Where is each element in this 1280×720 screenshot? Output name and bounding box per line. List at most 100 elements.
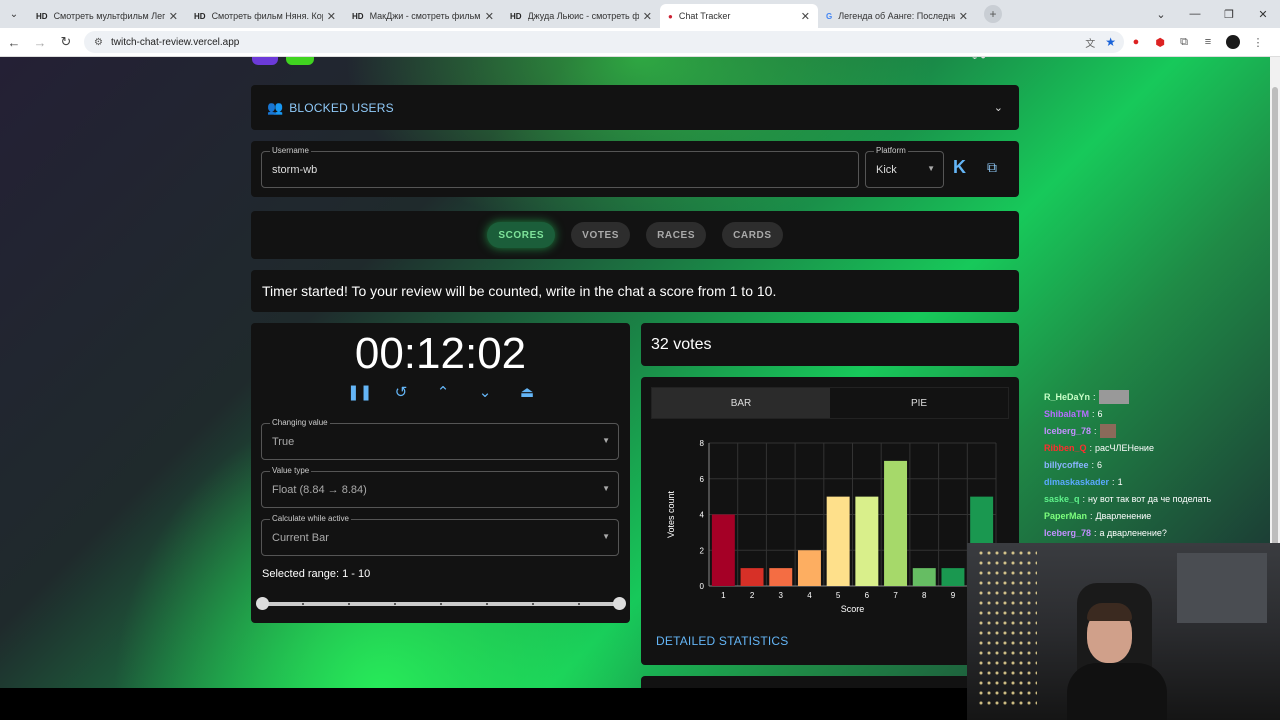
tab-favicon-icon: ●	[668, 11, 673, 21]
username-label: Username	[270, 146, 311, 155]
translate-icon[interactable]: 文	[1085, 35, 1095, 50]
chat-text: 1	[1117, 476, 1123, 487]
webcam-person-hair	[1087, 603, 1132, 621]
chevron-down-icon[interactable]: ⌄	[473, 383, 497, 401]
reset-icon[interactable]: ↺	[389, 383, 413, 401]
tab-races[interactable]: RACES	[646, 222, 707, 248]
browser-tab[interactable]: HD Смотреть мультфильм Легенд ✕	[28, 4, 186, 28]
range-slider-max-handle[interactable]	[613, 597, 626, 610]
copy-icon[interactable]: ⧉	[987, 159, 997, 176]
webcam-person-body	[1067, 663, 1167, 720]
tab-close-icon[interactable]: ✕	[169, 10, 178, 23]
tab-close-icon[interactable]: ✕	[959, 10, 968, 23]
browser-menu-icon[interactable]: ⋮	[1246, 36, 1270, 49]
tab-close-icon[interactable]: ✕	[801, 10, 810, 23]
tab-bar[interactable]: BAR	[652, 388, 830, 418]
slider-ticks	[262, 603, 620, 605]
tab-favicon-icon: HD	[36, 11, 48, 21]
blocked-users-accordion[interactable]: 👥 BLOCKED USERS ⌄	[251, 85, 1019, 130]
changing-value-select[interactable]: Changing value True ▼	[261, 418, 619, 460]
range-slider-min-handle[interactable]	[256, 597, 269, 610]
x-tick-label: 9	[951, 591, 956, 600]
tab-strip: HD Смотреть мультфильм Легенд ✕ HD Смотреть …	[28, 0, 976, 28]
chat-message: R_HeDaYn:	[1044, 388, 1280, 405]
header-icons: ♠ ●	[972, 57, 986, 62]
range-slider[interactable]	[256, 597, 626, 610]
reload-icon[interactable]: ↻	[54, 34, 78, 50]
browser-tab[interactable]: HD Джуда Льюис - смотреть фил ✕	[502, 4, 660, 28]
value-type-label: Value type	[270, 466, 312, 475]
x-tick-label: 3	[779, 591, 784, 600]
calculate-select[interactable]: Calculate while active Current Bar ▼	[261, 514, 619, 556]
chat-text: а дварленение?	[1099, 527, 1167, 538]
reading-list-icon[interactable]: ≡	[1196, 36, 1220, 48]
bar	[855, 496, 879, 586]
tab-cards[interactable]: CARDS	[722, 222, 783, 248]
tab-close-icon[interactable]: ✕	[327, 10, 336, 23]
chat-username: billycoffee	[1044, 459, 1089, 470]
x-tick-label: 2	[750, 591, 755, 600]
username-value: storm-wb	[272, 164, 318, 176]
chat-message: Iceberg_78: а дварленение?	[1044, 524, 1280, 541]
chat-message: billycoffee:6	[1044, 456, 1280, 473]
tab-close-icon[interactable]: ✕	[643, 10, 652, 23]
chevron-down-icon[interactable]: ⌄	[1144, 0, 1178, 28]
bar	[884, 460, 908, 586]
platform-value: Kick	[876, 164, 897, 176]
tab-close-icon[interactable]: ✕	[485, 10, 494, 23]
tab-pie[interactable]: PIE	[830, 388, 1008, 418]
bar	[912, 568, 936, 586]
tab-label: МакДжи - смотреть фильмы	[369, 11, 481, 21]
pause-icon[interactable]: ❚❚	[347, 383, 372, 401]
x-axis-label: Score	[841, 604, 865, 614]
new-tab-button[interactable]: +	[984, 5, 1002, 23]
back-icon[interactable]: ←	[2, 35, 26, 50]
tab-favicon-icon: HD	[510, 11, 522, 21]
browser-tab[interactable]: ● Chat Tracker ✕	[660, 4, 818, 28]
tab-favicon-icon: HD	[194, 11, 206, 21]
bar	[769, 568, 793, 586]
forward-icon[interactable]: →	[28, 35, 52, 50]
chat-separator: :	[1094, 425, 1097, 436]
chat-message: saske_q: ну вот так вот да че поделать	[1044, 490, 1280, 507]
timer-card: 00:12:02 ❚❚ ↺ ⌃ ⌄ ⏏ Changing value True …	[251, 323, 630, 623]
y-tick-label: 8	[700, 439, 705, 448]
adblock-extension-icon[interactable]: ⬢	[1148, 36, 1172, 49]
profile-avatar[interactable]	[1226, 35, 1240, 49]
detailed-statistics-link[interactable]: DETAILED STATISTICS	[656, 634, 788, 648]
chat-separator: :	[1112, 476, 1115, 487]
window-controls: ⌄ — ❐ ✕	[1144, 0, 1280, 28]
y-tick-label: 6	[700, 475, 705, 484]
tab-label: Джуда Льюис - смотреть фил	[527, 11, 639, 21]
close-window-icon[interactable]: ✕	[1246, 0, 1280, 28]
eject-icon[interactable]: ⏏	[515, 383, 539, 401]
tab-votes[interactable]: VOTES	[571, 222, 631, 248]
chat-message: ShibalaTM:6	[1044, 405, 1280, 422]
opera-extension-icon[interactable]: ●	[1124, 36, 1148, 48]
kick-logo-icon	[286, 57, 314, 65]
kick-icon[interactable]: K	[953, 157, 971, 177]
username-input[interactable]: Username storm-wb	[261, 146, 859, 188]
platform-select[interactable]: Platform Kick ▼	[865, 146, 944, 188]
address-bar[interactable]: ⚙ twitch-chat-review.vercel.app 文 ★	[84, 31, 1124, 53]
chat-username: ShibalaTM	[1044, 408, 1090, 419]
value-type-select[interactable]: Value type Float (8.84 → 8.84) ▼	[261, 466, 619, 508]
browser-tab[interactable]: HD МакДжи - смотреть фильмы ✕	[344, 4, 502, 28]
chat-username: Iceberg_78	[1044, 425, 1092, 436]
extensions-puzzle-icon[interactable]: ⧉	[1172, 36, 1196, 49]
tab-scores[interactable]: SCORES	[487, 222, 556, 248]
browser-tab[interactable]: G Легенда об Аанге: Последний ✕	[818, 4, 976, 28]
y-axis-label: Votes count	[666, 490, 676, 538]
browser-tab[interactable]: HD Смотреть фильм Няня. Корол ✕	[186, 4, 344, 28]
tab-label: Смотреть мультфильм Легенд	[53, 11, 165, 21]
chat-text: 6	[1097, 459, 1103, 470]
bookmark-star-icon[interactable]: ★	[1105, 35, 1116, 49]
chevron-down-icon[interactable]: ⌄	[994, 101, 1003, 114]
restore-icon[interactable]: ❐	[1212, 0, 1246, 28]
chat-username: Iceberg_78	[1044, 527, 1092, 538]
x-tick-label: 5	[836, 591, 841, 600]
site-info-icon[interactable]: ⚙	[94, 37, 103, 48]
minimize-icon[interactable]: —	[1178, 0, 1212, 28]
chevron-up-icon[interactable]: ⌃	[431, 383, 455, 401]
tab-search-chevron-icon[interactable]: ⌄	[0, 0, 28, 28]
